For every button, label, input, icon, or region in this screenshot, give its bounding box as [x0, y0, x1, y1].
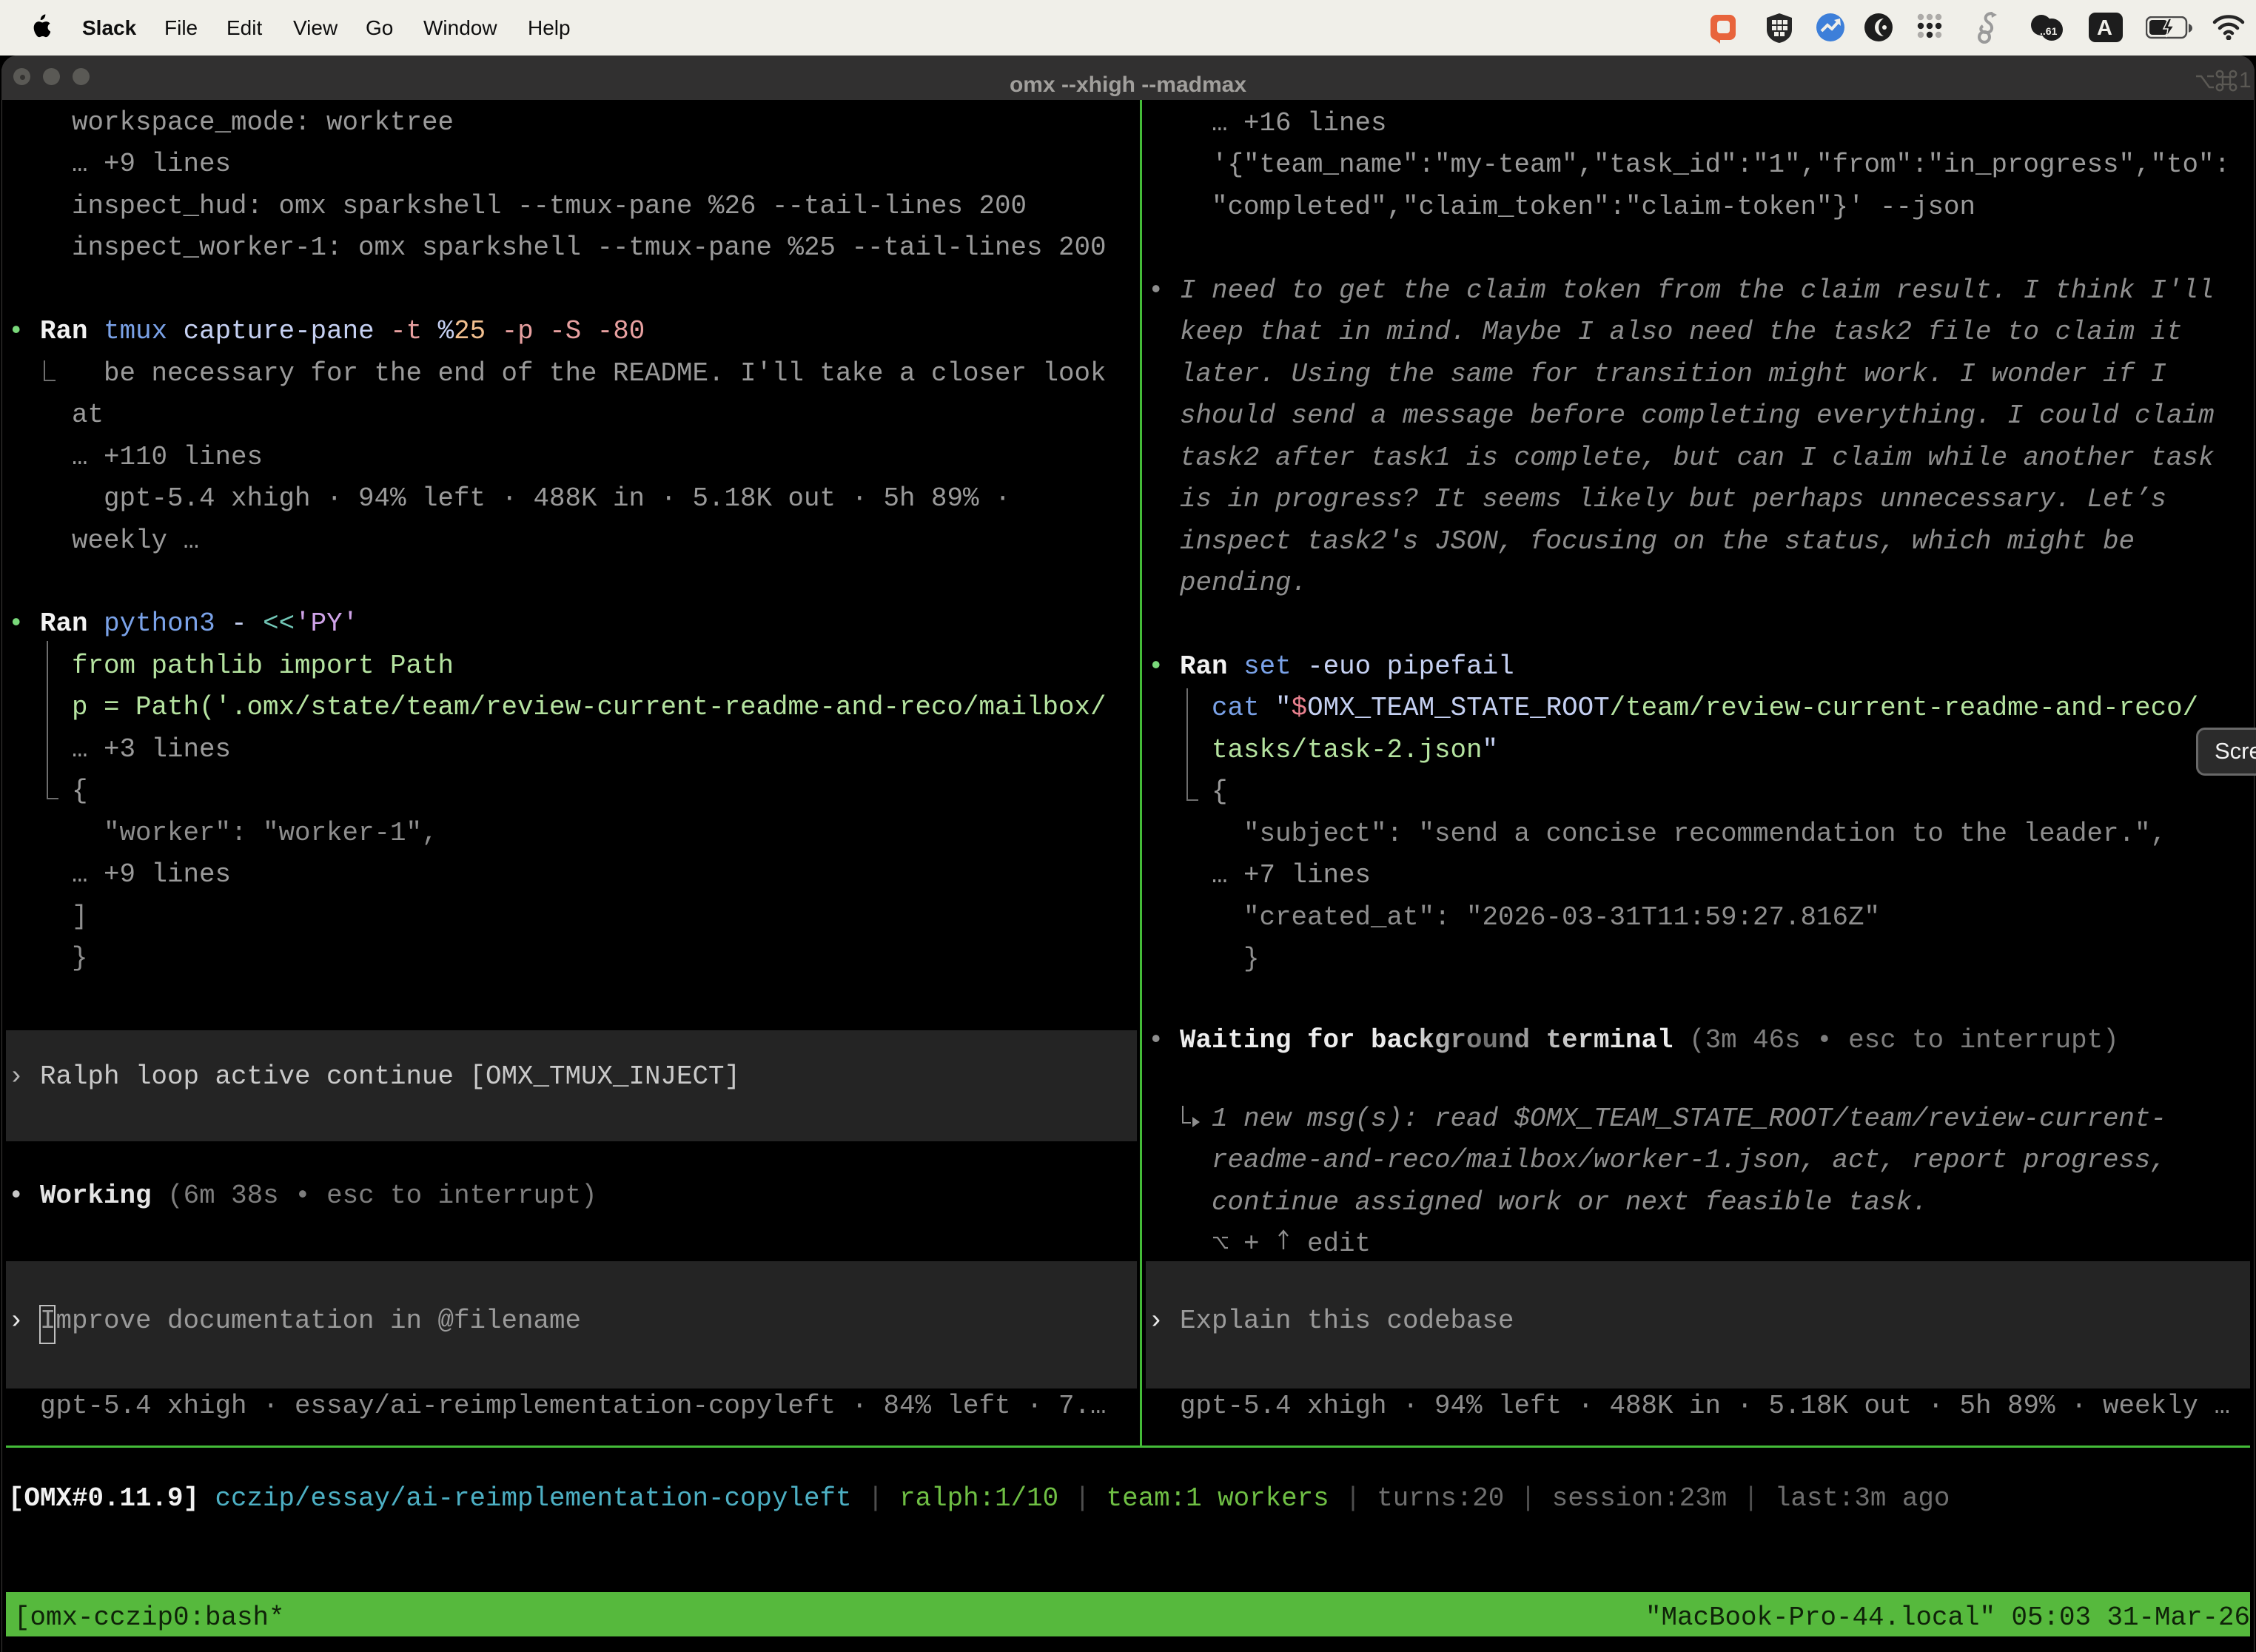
svg-text:..61: ..61 — [2040, 25, 2058, 37]
